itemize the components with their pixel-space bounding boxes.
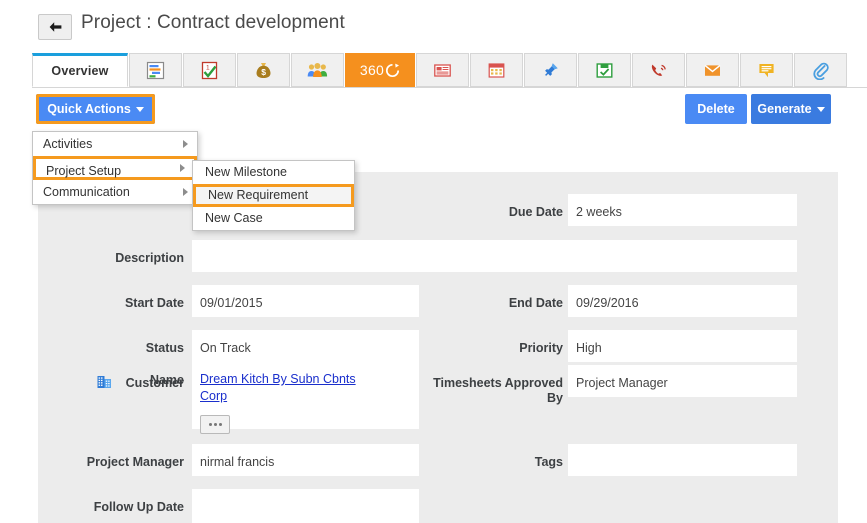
paperclip-icon [811,61,830,80]
menu-item-communication[interactable]: Communication [33,180,197,204]
tab-gantt[interactable] [129,53,182,87]
tab-tasks[interactable]: 1 [183,53,236,87]
menu-item-new-milestone-label: New Milestone [205,165,287,179]
delete-button[interactable]: Delete [685,94,747,124]
tab-bar: Overview 1 $ 360 [0,53,867,88]
tab-overview-label: Overview [51,64,109,78]
project-setup-submenu: New Milestone New Requirement New Case [192,160,355,231]
value-priority: High [576,341,602,355]
tab-overview[interactable]: Overview [32,53,128,87]
value-status: On Track [200,341,251,355]
task-checklist-icon: 1 [200,61,219,80]
phone-call-icon [649,61,668,80]
label-status: Status [145,341,184,355]
money-bag-icon: $ [254,61,273,80]
page-title: Project : Contract development [81,12,345,33]
menu-item-activities-label: Activities [43,137,93,151]
svg-text:1: 1 [206,64,210,71]
label-description: Description [115,251,184,265]
tab-email[interactable] [686,53,739,87]
tab-360-label: 360 [359,62,385,78]
tab-team[interactable] [291,53,344,87]
news-list-icon [433,61,452,80]
quick-actions-label: Quick Actions [47,102,131,116]
back-button[interactable] [38,14,72,40]
value-start-date: 09/01/2015 [200,296,263,310]
delete-button-label: Delete [697,102,735,116]
submenu-arrow-icon [180,164,185,172]
customer-link[interactable]: Dream Kitch By Subn Cbnts Corp [200,371,365,405]
value-timesheets-approved-by: Project Manager [576,376,668,390]
page-header: Project : Contract development [0,0,867,48]
label-start-date: Start Date [124,296,184,310]
menu-item-new-case[interactable]: New Case [193,207,354,230]
tab-pinned[interactable] [524,53,577,87]
label-end-date: End Date [508,296,563,310]
input-priority[interactable] [568,330,797,362]
menu-item-communication-label: Communication [43,185,130,199]
label-timesheets-approved-by: Timesheets Approved By [433,376,563,405]
value-project-manager: nirmal francis [200,455,275,469]
submenu-arrow-icon [183,140,188,148]
tab-bar-divider [32,87,867,88]
calendar-icon [487,61,506,80]
quick-actions-menu: Activities Project Setup Communication [32,131,198,205]
label-project-manager: Project Manager [86,455,184,469]
save-check-icon [595,61,614,80]
envelope-icon [703,61,722,80]
menu-item-new-requirement-label: New Requirement [208,188,309,202]
menu-item-new-milestone[interactable]: New Milestone [193,161,354,184]
building-icon [97,374,112,394]
menu-item-new-requirement[interactable]: New Requirement [193,184,354,207]
team-users-icon [307,61,328,80]
input-tags[interactable] [568,444,797,476]
menu-item-project-setup[interactable]: Project Setup [33,156,197,180]
chevron-down-icon [135,106,144,112]
more-options-button[interactable] [200,415,230,434]
app-root: Project : Contract development Overview [0,0,867,523]
refresh-360-icon [385,63,400,78]
tab-budget[interactable]: $ [237,53,290,87]
note-icon [757,61,776,80]
chevron-down-icon [816,106,825,112]
menu-item-activities[interactable]: Activities [33,132,197,156]
svg-text:$: $ [261,67,266,77]
generate-button-label: Generate [757,102,812,116]
tab-calendar[interactable] [470,53,523,87]
label-due-date: Due Date [508,205,563,219]
pushpin-icon [541,61,560,80]
submenu-arrow-icon [183,188,188,196]
tab-news[interactable] [416,53,469,87]
project-detail-form: Name Due Date 2 weeks Description Start … [38,172,838,523]
quick-actions-wrapper: Quick Actions [36,94,155,124]
input-follow-up-date[interactable] [192,489,419,523]
arrow-left-icon [48,21,63,33]
value-due-date: 2 weeks [576,205,622,219]
tab-saved[interactable] [578,53,631,87]
gantt-chart-icon [146,61,165,80]
generate-button[interactable]: Generate [751,94,831,124]
tab-notes[interactable] [740,53,793,87]
tab-attachments[interactable] [794,53,847,87]
label-follow-up-date: Follow Up Date [93,500,184,514]
tab-360[interactable]: 360 [345,53,415,87]
tab-calls[interactable] [632,53,685,87]
menu-item-project-setup-label: Project Setup [46,164,122,178]
menu-item-new-case-label: New Case [205,211,263,225]
label-tags: Tags [534,455,563,469]
value-end-date: 09/29/2016 [576,296,639,310]
label-priority: Priority [519,341,563,355]
quick-actions-button[interactable]: Quick Actions [36,94,155,124]
input-description[interactable] [192,240,797,272]
